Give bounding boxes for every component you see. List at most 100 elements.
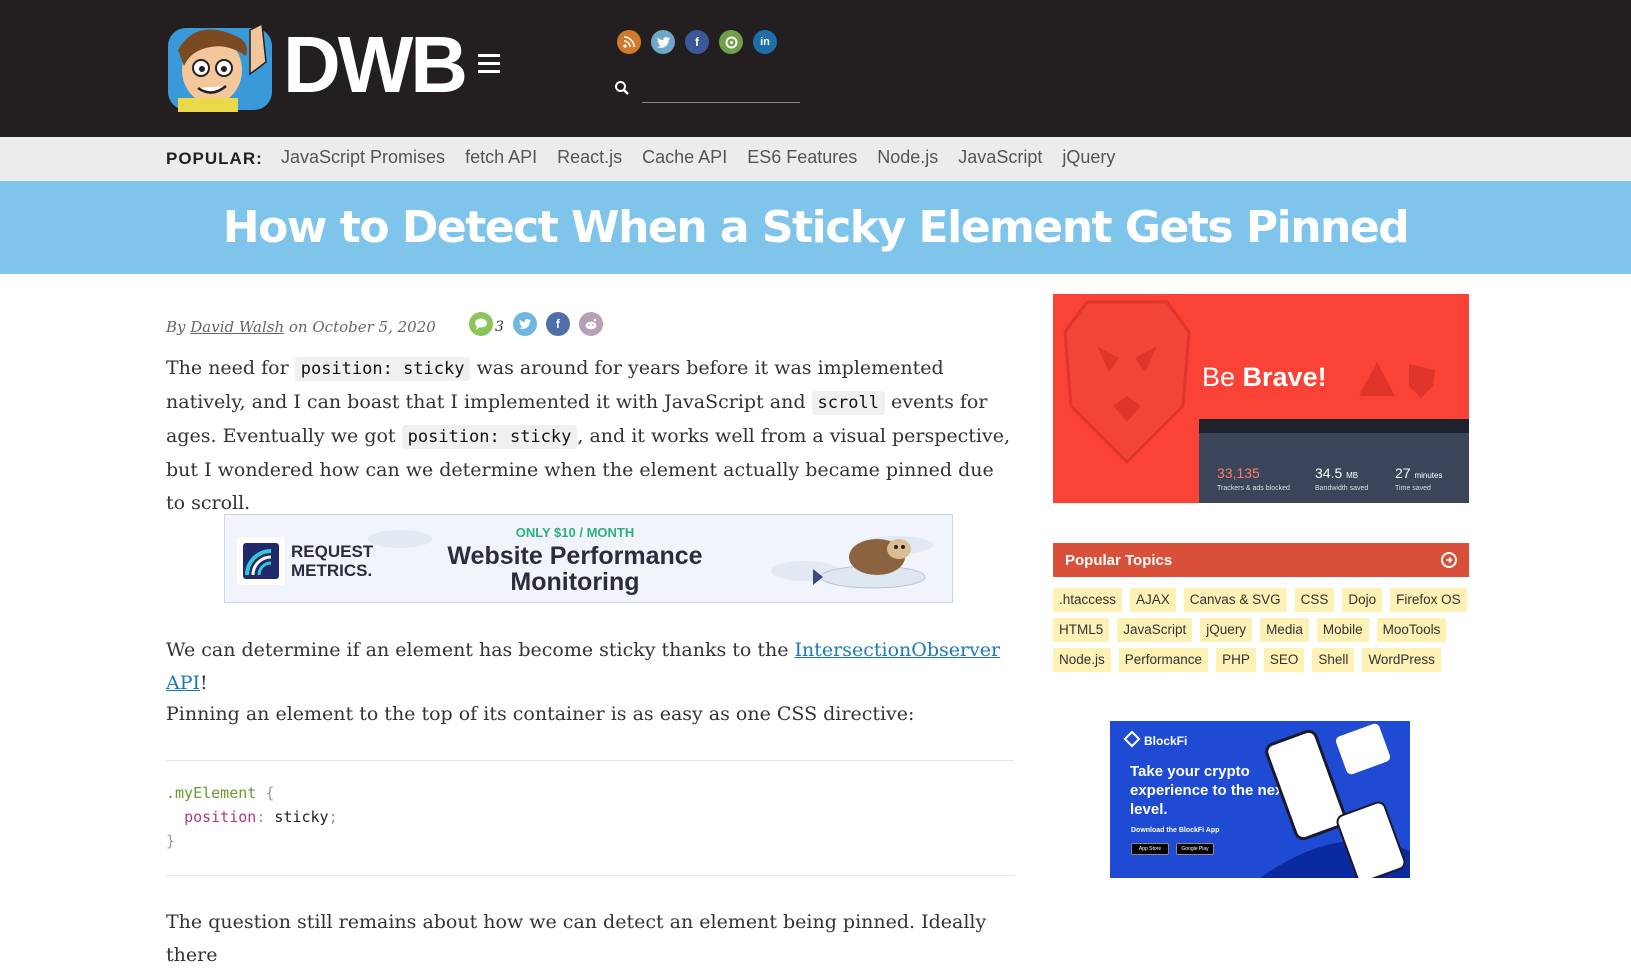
logo-text[interactable]: DWB (283, 22, 468, 108)
code-colon: : (256, 808, 275, 826)
inline-code-position-sticky-2: position: sticky (401, 425, 578, 449)
topic-tag-nodejs[interactable]: Node.js (1053, 648, 1111, 672)
cloud-icon (368, 530, 432, 548)
topic-tag-jquery[interactable]: jQuery (1200, 618, 1253, 642)
rm-headline-line-1: Website Performance (447, 542, 703, 570)
article-title: How to Detect When a Sticky Element Gets… (222, 202, 1410, 253)
popular-link-fetch-api[interactable]: fetch API (465, 147, 537, 168)
article-paragraph-2: We can determine if an element has becom… (166, 634, 1016, 700)
logo-mascot-icon[interactable] (166, 22, 278, 112)
blockfi-logo-text: BlockFi (1144, 734, 1188, 748)
popular-link-nodejs[interactable]: Node.js (877, 147, 938, 168)
share-facebook-icon[interactable]: f (545, 312, 570, 336)
share-reddit-icon[interactable] (578, 312, 603, 336)
brave-browser-topbar (1199, 419, 1469, 433)
topic-tag-shell[interactable]: Shell (1312, 648, 1355, 672)
brave-triangle-shield-icon (1359, 362, 1435, 398)
rm-offer: ONLY $10 / MONTH (515, 525, 635, 540)
popular-topics-title: Popular Topics (1065, 551, 1173, 569)
brave-lion-icon (1063, 300, 1191, 465)
topic-tag-mootools[interactable]: MooTools (1376, 618, 1447, 642)
linkedin-icon[interactable]: in (753, 30, 777, 54)
request-metrics-ad[interactable]: REQUEST METRICS. ONLY $10 / MONTH Websit… (224, 514, 953, 603)
blockfi-logo: BlockFi (1123, 730, 1188, 748)
topic-tag-css[interactable]: CSS (1294, 588, 1335, 612)
topic-tag-media[interactable]: Media (1260, 618, 1309, 642)
popular-link-javascript[interactable]: JavaScript (958, 147, 1042, 168)
facebook-icon[interactable]: f (685, 30, 709, 54)
brave-ad[interactable]: Be Brave! 33,135 Trackers & ads blocked … (1053, 294, 1469, 503)
twitter-icon[interactable] (651, 30, 675, 54)
comments-icon[interactable] (469, 312, 493, 336)
rm-name-line-2: METRICS. (291, 561, 373, 580)
popular-bar: POPULAR: JavaScript Promises fetch API R… (0, 137, 1631, 181)
request-metrics-logo-icon (237, 537, 285, 585)
brave-stat-bandwidth-unit: MB (1346, 471, 1359, 480)
app-store-badge[interactable]: App Store (1131, 843, 1169, 855)
brave-stat-bandwidth-value: 34.5 (1315, 465, 1343, 481)
request-metrics-name: REQUEST METRICS. (291, 542, 373, 580)
topic-tag-firefox-os[interactable]: Firefox OS (1390, 588, 1467, 612)
popular-link-es6-features[interactable]: ES6 Features (747, 147, 857, 168)
phone-mockup-icon (1260, 723, 1410, 878)
topic-tag-mobile[interactable]: Mobile (1316, 618, 1369, 642)
popular-links: JavaScript Promises fetch API React.js C… (281, 147, 1115, 168)
topic-tag-canvas-svg[interactable]: Canvas & SVG (1183, 588, 1287, 612)
rm-headline: Website Performance Monitoring (425, 543, 725, 595)
article-byline: By David Walsh on October 5, 2020 (166, 318, 436, 336)
post-date: October 5, 2020 (312, 318, 436, 336)
para2-text-2: ! (200, 672, 208, 694)
sloth-rocket-icon (771, 536, 933, 589)
popular-link-javascript-promises[interactable]: JavaScript Promises (281, 147, 445, 168)
popular-link-jquery[interactable]: jQuery (1062, 147, 1115, 168)
brave-stat-trackers-value: 33,135 (1217, 465, 1260, 481)
article-paragraph-3: Pinning an element to the top of its con… (166, 703, 915, 725)
topic-tag-html5[interactable]: HTML5 (1053, 618, 1110, 642)
code-semicolon: ; (328, 808, 338, 826)
topic-tag-dojo[interactable]: Dojo (1342, 588, 1383, 612)
share-twitter-icon[interactable] (512, 312, 537, 336)
code-selector: .myElement (166, 784, 257, 802)
topic-tag-javascript[interactable]: JavaScript (1117, 618, 1193, 642)
brave-be: Be (1202, 362, 1243, 392)
blockfi-logo-icon (1123, 730, 1141, 748)
article-paragraph-4: The question still remains about how we … (166, 911, 987, 966)
rss-icon[interactable] (617, 30, 641, 54)
brave-brave: Brave! (1242, 362, 1327, 392)
brave-browser-preview: 33,135 Trackers & ads blocked 34.5 MB Ba… (1199, 419, 1469, 503)
brave-stat-trackers-label: Trackers & ads blocked (1217, 485, 1290, 492)
code-close-brace: } (166, 832, 176, 850)
popular-topics-header: Popular Topics (1053, 543, 1469, 577)
author-link[interactable]: David Walsh (190, 318, 284, 336)
blockfi-download-text: Download the BlockFi App (1131, 827, 1220, 834)
brave-stat-time-value: 27 (1395, 465, 1411, 481)
topic-tag-htaccess[interactable]: .htaccess (1053, 588, 1123, 612)
hamburger-menu-icon[interactable] (478, 54, 500, 74)
code-open-brace: { (256, 784, 275, 802)
inline-code-scroll: scroll (811, 391, 885, 415)
byline-by: By (166, 318, 186, 336)
brave-stat-time-unit: minutes (1414, 471, 1443, 480)
google-play-badge[interactable]: Google Play (1176, 843, 1214, 855)
para1-text-1: The need for (166, 357, 295, 379)
popular-link-react[interactable]: React.js (557, 147, 622, 168)
brave-stat-time: 27 minutes (1395, 465, 1442, 481)
blockfi-ad[interactable]: BlockFi Take your crypto experience to t… (1110, 721, 1410, 878)
topic-tag-php[interactable]: PHP (1216, 648, 1256, 672)
topic-tag-performance[interactable]: Performance (1118, 648, 1209, 672)
popular-topics-tags: .htaccess AJAX Canvas & SVG CSS Dojo Fir… (1053, 588, 1473, 672)
search-icon[interactable] (614, 80, 630, 96)
para2-text-1: We can determine if an element has becom… (166, 639, 795, 661)
comment-count[interactable]: 3 (495, 319, 504, 335)
search-input[interactable] (642, 74, 800, 103)
brave-stat-trackers: 33,135 (1217, 465, 1260, 481)
topic-tag-seo[interactable]: SEO (1263, 648, 1305, 672)
popular-link-cache-api[interactable]: Cache API (642, 147, 727, 168)
topic-tag-ajax[interactable]: AJAX (1130, 588, 1176, 612)
byline-on: on (288, 318, 308, 336)
brave-stat-time-label: Time saved (1395, 485, 1431, 492)
topic-tag-wordpress[interactable]: WordPress (1362, 648, 1441, 672)
github-icon[interactable] (719, 30, 743, 54)
code-block[interactable]: .myElement { position: sticky; } (166, 760, 1014, 876)
arrow-right-circle-icon[interactable] (1441, 552, 1457, 568)
